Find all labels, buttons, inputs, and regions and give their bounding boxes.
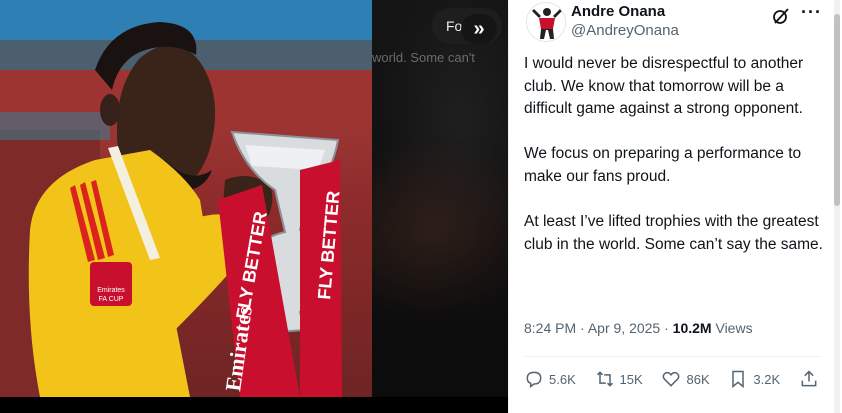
more-icon[interactable]: ··· <box>801 3 823 24</box>
divider <box>524 356 821 357</box>
repost-button[interactable]: 15K <box>595 369 643 389</box>
views-label: Views <box>715 320 753 336</box>
chevron-double-right-icon: » <box>473 17 485 40</box>
scrollbar-thumb[interactable] <box>834 14 840 206</box>
repost-count: 15K <box>619 371 643 387</box>
share-icon <box>801 370 817 387</box>
like-count: 86K <box>686 371 710 387</box>
meta-separator: · <box>664 320 669 336</box>
reply-count: 5.6K <box>549 371 576 387</box>
bookmark-count: 3.2K <box>753 371 781 387</box>
badge-line2: FA CUP <box>99 296 124 303</box>
like-button[interactable]: 86K <box>661 369 710 389</box>
badge-line1: Emirates <box>97 287 125 294</box>
views-count: 10.2M <box>672 320 712 336</box>
tweet-paragraph: We focus on preparing a performance to m… <box>524 145 802 185</box>
tweet-date[interactable]: Apr 9, 2025 <box>588 320 660 336</box>
bookmark-button[interactable]: 3.2K <box>728 369 780 389</box>
repost-icon <box>596 371 613 387</box>
tweet-panel: Andre Onana @AndreyOnana ··· I would nev… <box>508 0 842 413</box>
tweet-paragraph: I would never be disrespectful to anothe… <box>524 55 804 118</box>
author-name[interactable]: Andre Onana <box>571 3 665 20</box>
reply-button[interactable]: 5.6K <box>524 369 576 389</box>
share-button[interactable] <box>799 369 824 389</box>
avatar-image <box>527 3 565 41</box>
media-caption-strip <box>0 397 508 413</box>
photo-illustration: Emirates FA CUP FLY BETTER FLY BETTER Em… <box>0 0 372 397</box>
bookmark-icon <box>732 370 745 389</box>
reply-icon <box>526 371 542 388</box>
like-icon <box>663 371 680 387</box>
tweet-photo[interactable]: Emirates FA CUP FLY BETTER FLY BETTER Em… <box>0 0 372 397</box>
tweet-text: I would never be disrespectful to anothe… <box>524 53 824 279</box>
author-avatar[interactable] <box>526 2 566 42</box>
next-media-button[interactable]: » <box>461 14 497 44</box>
tweet-time[interactable]: 8:24 PM <box>524 320 576 336</box>
grok-icon[interactable] <box>771 6 791 26</box>
tweet-actions: 5.6K 15K 86K 3.2K <box>524 366 824 392</box>
meta-separator: · <box>580 320 585 336</box>
tweet-meta: 8:24 PM · Apr 9, 2025 · 10.2M Views <box>524 320 753 336</box>
background-tweet-text: world. Some can't <box>372 50 475 65</box>
tweet-paragraph: At least I’ve lifted trophies with the g… <box>524 213 823 253</box>
media-viewer: Fo world. Some can't Emirates FA CUP FLY… <box>0 0 508 413</box>
author-handle[interactable]: @AndreyOnana <box>571 22 679 39</box>
